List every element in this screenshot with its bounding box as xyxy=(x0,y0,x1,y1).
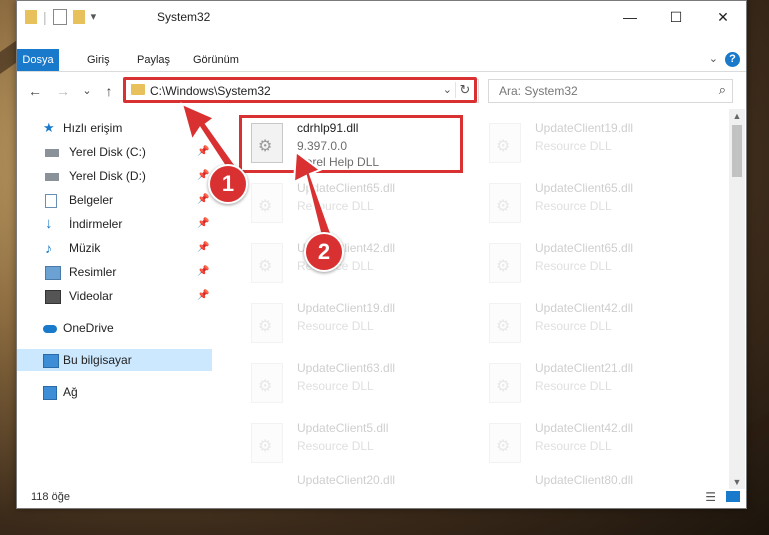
step-badge-2: 2 xyxy=(304,232,344,272)
step-badge-1: 1 xyxy=(208,164,248,204)
arrow-2 xyxy=(292,150,334,242)
annotation-arrows xyxy=(180,102,334,242)
